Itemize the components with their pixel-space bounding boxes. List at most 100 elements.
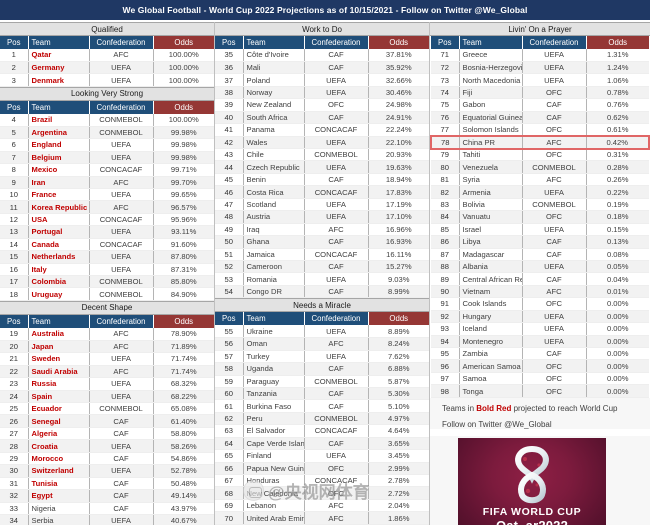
- column-header-pos[interactable]: Pos: [0, 314, 29, 328]
- table-row[interactable]: 93 Iceland UEFA 0.00%: [431, 322, 649, 336]
- column-header-pos[interactable]: Pos: [215, 36, 244, 49]
- table-row[interactable]: 18 Uruguay CONMEBOL 84.90%: [0, 287, 214, 301]
- table-row[interactable]: 37 Poland UEFA 32.66%: [215, 73, 429, 87]
- table-row[interactable]: 66Papua New GuineaOFC2.99%: [215, 462, 429, 476]
- table-row[interactable]: 15 Netherlands UEFA 87.80%: [0, 250, 214, 264]
- table-row[interactable]: 39 New Zealand OFC 24.98%: [215, 98, 429, 112]
- table-row[interactable]: 36 Mali CAF 35.92%: [215, 61, 429, 75]
- table-row[interactable]: 82 Armenia UEFA 0.22%: [431, 185, 649, 199]
- table-row[interactable]: 41 Panama CONCACAF 22.24%: [215, 123, 429, 137]
- column-header-team[interactable]: Team: [243, 36, 305, 49]
- table-row[interactable]: 26 Senegal CAF 61.40%: [0, 414, 214, 428]
- table-row[interactable]: 17 Colombia CONMEBOL 85.80%: [0, 275, 214, 289]
- table-row[interactable]: 62 Peru CONMEBOL 4.97%: [215, 412, 429, 426]
- table-row[interactable]: 2 Germany UEFA 100.00%: [0, 61, 214, 75]
- table-row[interactable]: 78 China PR AFC 0.42%: [430, 135, 650, 150]
- table-row[interactable]: 10 France UEFA 99.65%: [0, 188, 214, 202]
- table-row[interactable]: 32 Egypt CAF 49.14%: [0, 489, 214, 503]
- table-row[interactable]: 43 Chile CONMEBOL 20.93%: [215, 148, 429, 162]
- column-header-odds[interactable]: Odds: [153, 100, 214, 114]
- table-row[interactable]: 96 American Samoa OFC 0.00%: [431, 359, 649, 373]
- column-header-team[interactable]: Team: [28, 314, 90, 328]
- table-row[interactable]: 70United Arab EmiratesAFC1.86%: [215, 511, 429, 525]
- table-row[interactable]: 89Central African RepublicCAF0.04%: [431, 272, 649, 286]
- column-header-odds[interactable]: Odds: [153, 314, 214, 328]
- table-row[interactable]: 81 Syria AFC 0.26%: [431, 173, 649, 187]
- table-row[interactable]: 55 Ukraine UEFA 8.89%: [215, 325, 429, 339]
- column-header-confederation[interactable]: Confederation: [304, 36, 369, 49]
- table-row[interactable]: 90 Vietnam AFC 0.01%: [431, 285, 649, 299]
- column-header-team[interactable]: Team: [459, 36, 523, 49]
- table-row[interactable]: 33 Nigeria CAF 43.97%: [0, 502, 214, 515]
- table-row[interactable]: 65 Finland UEFA 3.45%: [215, 449, 429, 463]
- table-row[interactable]: 45 Benin CAF 18.94%: [215, 173, 429, 187]
- column-header-odds[interactable]: Odds: [586, 36, 649, 49]
- table-row[interactable]: 83 Bolivia CONMEBOL 0.19%: [431, 198, 649, 212]
- table-row[interactable]: 95 Zambia CAF 0.00%: [431, 347, 649, 361]
- column-header-pos[interactable]: Pos: [215, 312, 244, 326]
- table-row[interactable]: 63 El Salvador CONCACAF 4.64%: [215, 424, 429, 438]
- table-row[interactable]: 47 Scotland UEFA 17.19%: [215, 198, 429, 212]
- table-row[interactable]: 59 Paraguay CONMEBOL 5.87%: [215, 375, 429, 388]
- table-row[interactable]: 54 Congo DR CAF 8.99%: [215, 285, 429, 299]
- table-row[interactable]: 8 Mexico CONCACAF 99.71%: [0, 163, 214, 177]
- column-header-odds[interactable]: Odds: [368, 36, 429, 49]
- table-row[interactable]: 25 Ecuador CONMEBOL 65.08%: [0, 402, 214, 416]
- table-row[interactable]: 22 Saudi Arabia AFC 71.74%: [0, 365, 214, 379]
- table-row[interactable]: 51 Jamaica CONCACAF 16.11%: [215, 248, 429, 261]
- table-row[interactable]: 94 Montenegro UEFA 0.00%: [431, 335, 649, 349]
- table-row[interactable]: 44 Czech Republic UEFA 19.63%: [215, 160, 429, 174]
- table-row[interactable]: 69 Lebanon AFC 2.04%: [215, 499, 429, 513]
- table-row[interactable]: 9 Iran AFC 99.70%: [0, 176, 214, 189]
- column-header-confederation[interactable]: Confederation: [89, 100, 154, 114]
- table-row[interactable]: 50 Ghana CAF 16.93%: [215, 235, 429, 249]
- table-row[interactable]: 75 Gabon CAF 0.76%: [431, 98, 649, 112]
- table-row[interactable]: 58 Uganda CAF 6.88%: [215, 362, 429, 376]
- table-row[interactable]: 46 Costa Rica CONCACAF 17.83%: [215, 185, 429, 199]
- column-header-team[interactable]: Team: [28, 36, 90, 49]
- table-row[interactable]: 42 Wales UEFA 22.10%: [215, 136, 429, 150]
- table-row[interactable]: 19 Australia AFC 78.90%: [0, 327, 214, 341]
- table-row[interactable]: 27 Algeria CAF 58.80%: [0, 427, 214, 441]
- table-row[interactable]: 87 Madagascar CAF 0.08%: [431, 248, 649, 261]
- column-header-confederation[interactable]: Confederation: [89, 314, 154, 328]
- table-row[interactable]: 16 Italy UEFA 87.31%: [0, 263, 214, 277]
- column-header-odds[interactable]: Odds: [153, 36, 214, 49]
- table-row[interactable]: 74 Fiji OFC 0.78%: [431, 86, 649, 100]
- table-row[interactable]: 34 Serbia UEFA 40.67%: [0, 514, 214, 525]
- column-header-pos[interactable]: Pos: [431, 36, 460, 49]
- table-row[interactable]: 7 Belgium UEFA 99.98%: [0, 151, 214, 165]
- table-row[interactable]: 12 USA CONCACAF 95.96%: [0, 213, 214, 227]
- table-row[interactable]: 91 Cook Islands OFC 0.00%: [431, 297, 649, 311]
- table-row[interactable]: 77 Solomon Islands OFC 0.61%: [431, 123, 649, 137]
- column-header-team[interactable]: Team: [243, 312, 305, 326]
- table-row[interactable]: 85 Israel UEFA 0.15%: [431, 223, 649, 237]
- table-row[interactable]: 84 Vanuatu OFC 0.18%: [431, 210, 649, 224]
- table-row[interactable]: 92 Hungary UEFA 0.00%: [431, 310, 649, 324]
- column-header-confederation[interactable]: Confederation: [89, 36, 154, 49]
- table-row[interactable]: 56 Oman AFC 8.24%: [215, 337, 429, 351]
- table-row[interactable]: 53 Romania UEFA 9.03%: [215, 272, 429, 286]
- column-header-confederation[interactable]: Confederation: [304, 312, 369, 326]
- table-row[interactable]: 61 Burkina Faso CAF 5.10%: [215, 399, 429, 413]
- table-row[interactable]: 11 Korea Republic AFC 96.57%: [0, 200, 214, 214]
- table-row[interactable]: 6 England UEFA 99.98%: [0, 138, 214, 152]
- table-row[interactable]: 88 Albania UEFA 0.05%: [431, 260, 649, 274]
- table-row[interactable]: 72Bosnia-HerzegovinaUEFA1.24%: [431, 61, 649, 75]
- table-row[interactable]: 67 Honduras CONCACAF 2.78%: [215, 474, 429, 488]
- table-row[interactable]: 13 Portugal UEFA 93.11%: [0, 225, 214, 239]
- table-row[interactable]: 73 North Macedonia UEFA 1.06%: [431, 73, 649, 87]
- table-row[interactable]: 86 Libya CAF 0.13%: [431, 235, 649, 249]
- table-row[interactable]: 60 Tanzania CAF 5.30%: [215, 387, 429, 401]
- table-row[interactable]: 3 Denmark UEFA 100.00%: [0, 73, 214, 87]
- table-row[interactable]: 76 Equatorial Guinea CAF 0.62%: [431, 111, 649, 125]
- table-row[interactable]: 52 Cameroon CAF 15.27%: [215, 260, 429, 274]
- table-row[interactable]: 28 Croatia UEFA 58.26%: [0, 439, 214, 453]
- table-row[interactable]: 98 Tonga OFC 0.00%: [431, 384, 649, 398]
- table-row[interactable]: 79 Tahiti OFC 0.31%: [431, 148, 649, 162]
- table-row[interactable]: 4 Brazil CONMEBOL 100.00%: [0, 113, 214, 127]
- table-row[interactable]: 35 Côte d'Ivoire CAF 37.81%: [215, 49, 429, 62]
- column-header-team[interactable]: Team: [28, 100, 90, 114]
- table-row[interactable]: 40 South Africa CAF 24.91%: [215, 111, 429, 125]
- table-row[interactable]: 1 Qatar AFC 100.00%: [0, 49, 214, 62]
